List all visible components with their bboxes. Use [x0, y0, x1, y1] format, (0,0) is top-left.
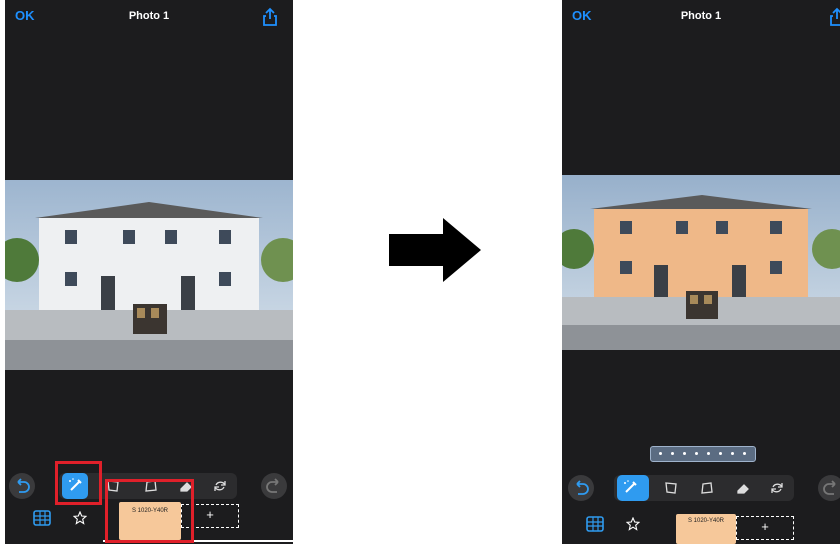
eraser-button[interactable]	[730, 475, 756, 501]
undo-button[interactable]	[9, 473, 35, 499]
color-swatch[interactable]: S 1020-Y40R	[676, 514, 736, 544]
arrow-right-icon	[389, 218, 481, 282]
redo-button[interactable]	[261, 473, 287, 499]
highlight-box	[55, 461, 102, 505]
color-bar: S 1020-Y40R +	[562, 510, 840, 544]
house-photo-recolored[interactable]	[562, 175, 840, 350]
reset-icon	[214, 481, 226, 491]
favorite-star-icon[interactable]	[626, 517, 640, 531]
perspective-icon	[701, 482, 713, 494]
share-icon[interactable]	[828, 7, 840, 27]
crop-button[interactable]	[658, 475, 684, 501]
redo-icon	[266, 478, 279, 493]
redo-button[interactable]	[818, 475, 840, 501]
favorite-star-icon[interactable]	[73, 511, 87, 525]
color-grid-icon[interactable]	[586, 516, 604, 532]
highlight-box	[105, 479, 194, 543]
tool-strip	[614, 475, 794, 501]
crop-icon	[665, 482, 677, 494]
reset-button[interactable]	[207, 473, 233, 499]
top-bar: OK Photo 1	[562, 0, 840, 36]
add-color-button[interactable]: +	[736, 516, 794, 540]
before-screen: OK Photo 1 S 1020-Y40R +	[5, 0, 293, 544]
magic-brush-icon	[624, 480, 637, 493]
photo-title: Photo 1	[680, 10, 722, 22]
house-photo[interactable]	[5, 180, 293, 370]
color-grid-icon[interactable]	[33, 510, 51, 526]
undo-icon	[17, 478, 30, 493]
magic-brush-button[interactable]	[617, 475, 649, 501]
redo-icon	[823, 480, 836, 495]
undo-button[interactable]	[568, 475, 594, 501]
eraser-icon	[737, 484, 749, 494]
brush-size-slider[interactable]	[650, 446, 756, 462]
undo-icon	[576, 480, 589, 495]
photo-title: Photo 1	[128, 10, 170, 22]
share-icon[interactable]	[261, 7, 279, 27]
edit-toolbar	[562, 475, 840, 501]
top-bar: OK Photo 1	[5, 0, 293, 36]
after-screen: OK Photo 1 S 1020-Y40R +	[562, 0, 840, 544]
reset-icon	[771, 483, 783, 493]
reset-button[interactable]	[764, 475, 790, 501]
perspective-button[interactable]	[694, 475, 720, 501]
